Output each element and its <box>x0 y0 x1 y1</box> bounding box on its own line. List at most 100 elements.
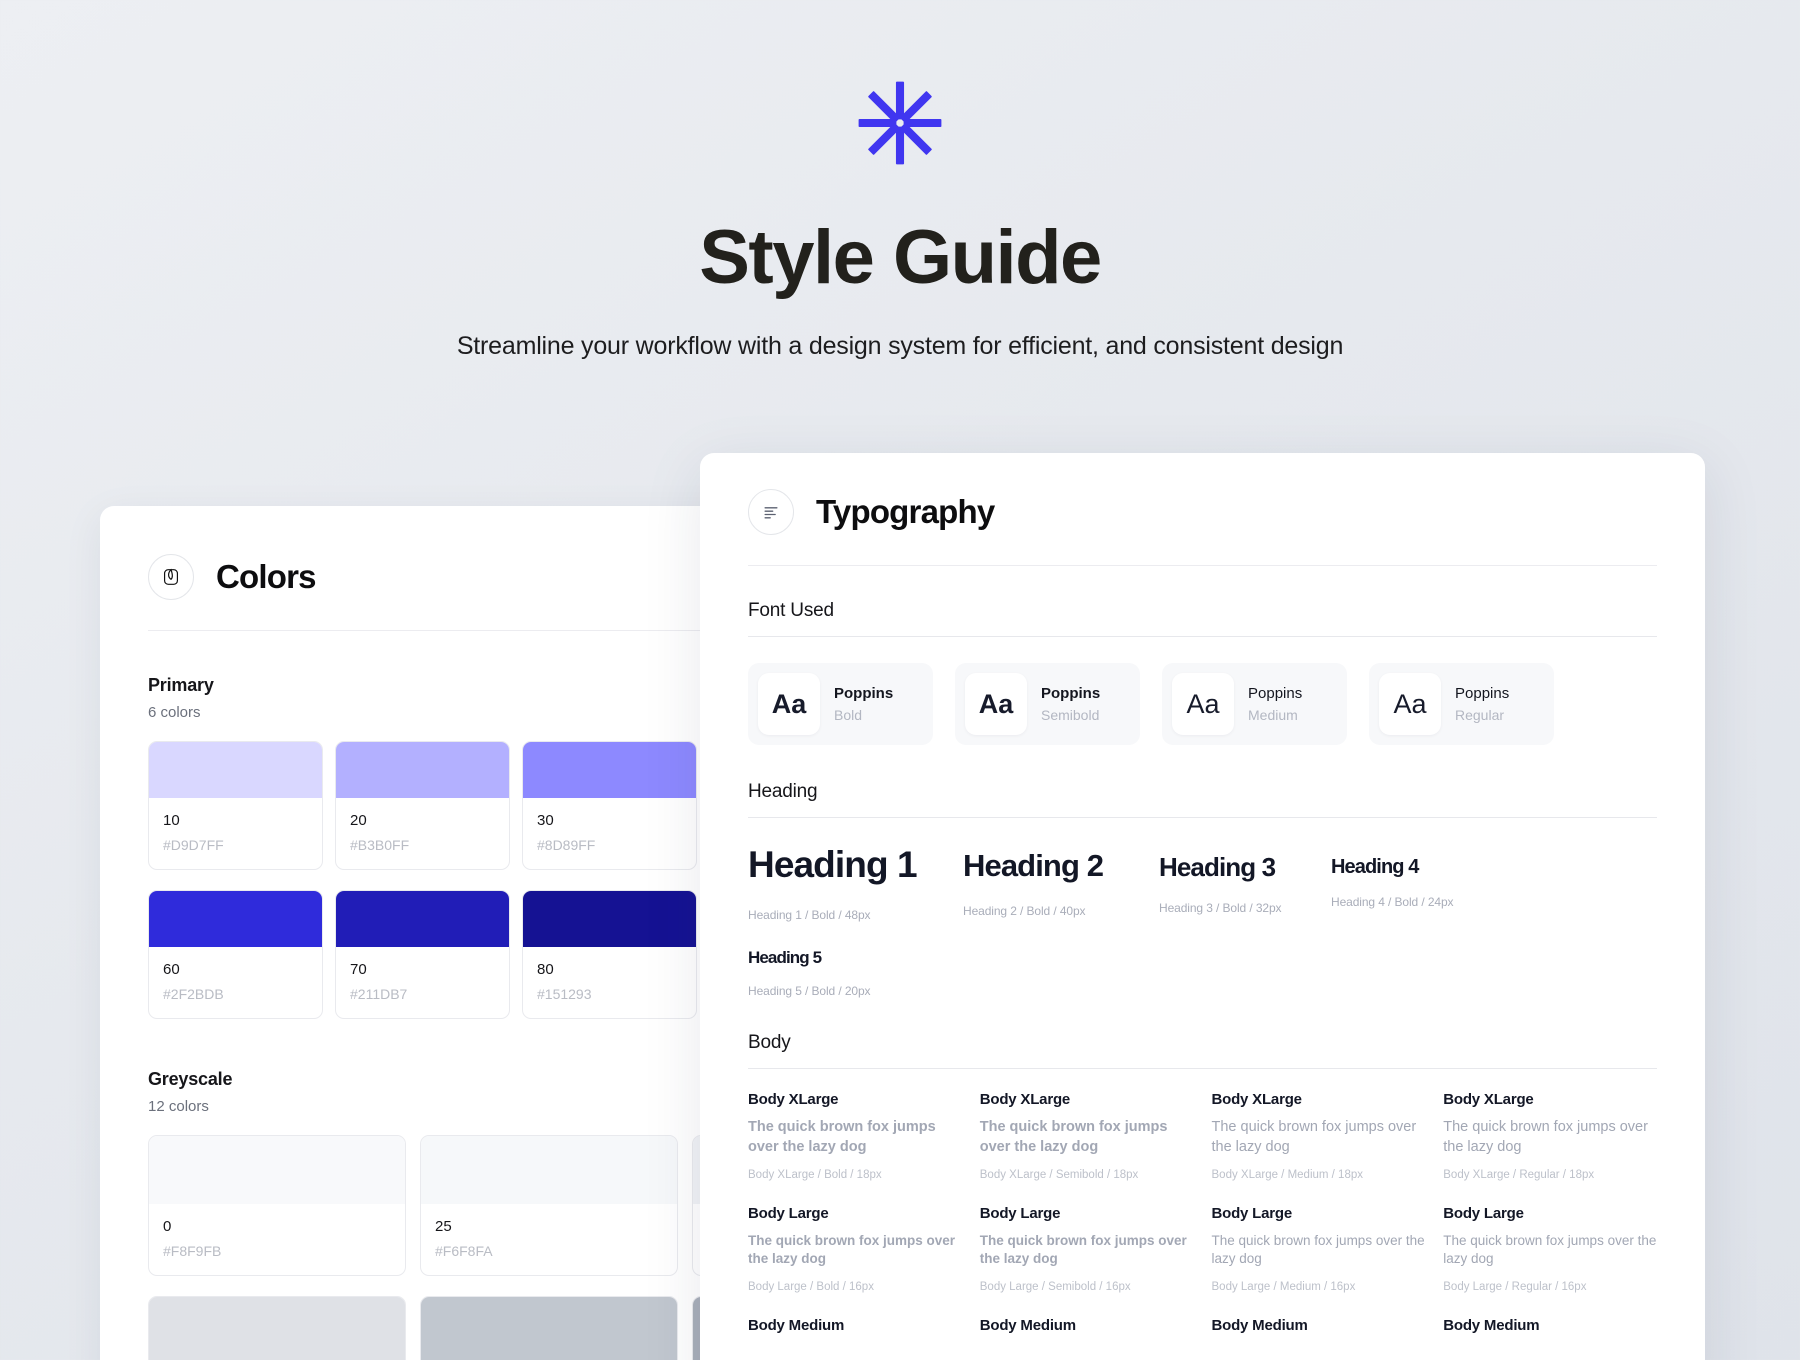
swatch-token: 10 <box>163 812 180 829</box>
color-swatch[interactable]: 60 #2F2BDB <box>148 890 323 1019</box>
body-spec: Body Large / Semibold / 16px <box>979 1280 1131 1293</box>
color-swatch[interactable]: 0 #F8F9FB <box>148 1135 406 1276</box>
section-label-heading: Heading <box>748 781 818 802</box>
heading-sample: Heading 3 <box>1159 852 1276 882</box>
hero-section: Style Guide Streamline your workflow wit… <box>0 0 1800 361</box>
font-card[interactable]: Aa Poppins Semibold <box>955 663 1140 745</box>
page-title: Style Guide <box>699 215 1102 300</box>
swatch-token: 30 <box>537 812 554 829</box>
body-style-name: Body XLarge <box>1443 1091 1534 1108</box>
color-swatch[interactable]: 100 #DFE1E6 <box>148 1296 406 1360</box>
swatch-hex: #151293 <box>537 986 592 1002</box>
heading-specimen: Heading 4 Heading 4 / Bold / 24px <box>1331 844 1657 922</box>
font-weight-label: Bold <box>834 707 863 723</box>
body-style-name: Body Medium <box>1443 1316 1540 1334</box>
swatch-hex: #F8F9FB <box>163 1243 222 1259</box>
section-label-font-used: Font Used <box>748 600 834 621</box>
body-style-name: Body Large <box>1211 1205 1293 1223</box>
swatch-color-chip <box>149 891 322 947</box>
body-sample-text: The quick brown fox jumps over the lazy … <box>979 1233 1187 1267</box>
color-swatch[interactable]: 70 #211DB7 <box>335 890 510 1019</box>
body-spec: Body Large / Medium / 16px <box>1211 1280 1356 1293</box>
body-spec: Body XLarge / Regular / 18px <box>1443 1169 1595 1182</box>
swatch-token: 70 <box>350 961 367 978</box>
body-style-name: Body XLarge <box>1211 1091 1303 1108</box>
colors-title: Colors <box>216 558 317 595</box>
color-swatch[interactable]: 25 #F6F8FA <box>420 1135 678 1276</box>
font-weight-label: Medium <box>1248 707 1298 723</box>
heading-section: Heading Heading 1 Heading 1 / Bold / 48p… <box>748 781 1657 998</box>
heading-specimen-row: Heading 1 Heading 1 / Bold / 48px Headin… <box>748 844 1657 922</box>
heading-spec: Heading 5 / Bold / 20px <box>748 984 871 998</box>
body-specimen: Body XLarge The quick brown fox jumps ov… <box>748 1091 962 1181</box>
body-specimen-row: Body XLarge The quick brown fox jumps ov… <box>748 1091 1657 1205</box>
heading-spec: Heading 1 / Bold / 48px <box>748 908 871 922</box>
body-specimen: Body Large The quick brown fox jumps ove… <box>1212 1205 1426 1292</box>
font-sample-glyph: Aa <box>965 673 1027 735</box>
heading-specimen: Heading 5 Heading 5 / Bold / 20px <box>748 948 1657 998</box>
font-sample-glyph: Aa <box>1172 673 1234 735</box>
body-sample-text: The quick brown fox jumps over the lazy … <box>1211 1233 1425 1267</box>
swatch-hex: #2F2BDB <box>163 986 224 1002</box>
body-specimen: Body Large The quick brown fox jumps ove… <box>980 1205 1194 1292</box>
font-weight-label: Regular <box>1455 707 1505 723</box>
heading-spec: Heading 3 / Bold / 32px <box>1159 901 1282 915</box>
swatch-hex: #D9D7FF <box>163 837 224 853</box>
body-specimen-row: Body Medium Body Medium Body Medium Body… <box>748 1317 1657 1334</box>
body-specimen: Body XLarge The quick brown fox jumps ov… <box>1212 1091 1426 1181</box>
swatch-color-chip <box>421 1297 677 1360</box>
font-card[interactable]: Aa Poppins Medium <box>1162 663 1347 745</box>
swatch-color-chip <box>421 1136 677 1204</box>
section-divider <box>748 1068 1657 1069</box>
color-swatch[interactable]: 10 #D9D7FF <box>148 741 323 870</box>
font-sample-glyph: Aa <box>1379 673 1441 735</box>
swatch-token: 25 <box>435 1218 452 1235</box>
body-specimen-row: Body Large The quick brown fox jumps ove… <box>748 1205 1657 1316</box>
body-section: Body Body XLarge The quick brown fox jum… <box>748 1032 1657 1334</box>
body-sample-text: The quick brown fox jumps over the lazy … <box>748 1119 936 1155</box>
section-divider <box>748 636 1657 637</box>
section-divider <box>748 817 1657 818</box>
body-style-name: Body Large <box>1443 1205 1524 1223</box>
body-sample-text: The quick brown fox jumps over the lazy … <box>1443 1119 1648 1155</box>
heading-specimen: Heading 3 Heading 3 / Bold / 32px <box>1159 844 1331 922</box>
body-specimen: Body Medium <box>748 1317 962 1334</box>
color-swatch[interactable]: 200 #C1C7CF <box>420 1296 678 1360</box>
swatch-color-chip <box>149 742 322 798</box>
font-family-name: Poppins <box>834 685 894 702</box>
page-subtitle: Streamline your workflow with a design s… <box>456 332 1344 360</box>
body-style-name: Body Large <box>979 1205 1061 1223</box>
body-specimen: Body Medium <box>1443 1317 1657 1334</box>
font-sample-glyph: Aa <box>758 673 820 735</box>
font-weight-label: Semibold <box>1041 707 1100 723</box>
font-card[interactable]: Aa Poppins Regular <box>1369 663 1554 745</box>
typography-card: Typography Font Used Aa Poppins Bold Aa … <box>700 453 1705 1360</box>
body-spec: Body XLarge / Bold / 18px <box>748 1169 882 1182</box>
swatch-hex: #8D89FF <box>537 837 596 853</box>
swatch-color-chip <box>149 1297 405 1360</box>
body-specimen: Body XLarge The quick brown fox jumps ov… <box>1443 1091 1657 1181</box>
text-align-left-icon <box>748 489 794 535</box>
body-style-name: Body XLarge <box>979 1091 1071 1108</box>
body-style-name: Body Medium <box>1211 1316 1308 1334</box>
typography-header-divider <box>748 565 1657 566</box>
swatch-hex: #211DB7 <box>350 986 408 1002</box>
font-family-name: Poppins <box>1248 685 1303 702</box>
color-swatch[interactable]: 20 #B3B0FF <box>335 741 510 870</box>
heading-specimen: Heading 1 Heading 1 / Bold / 48px <box>748 844 963 922</box>
swatch-token: 20 <box>350 812 367 829</box>
heading-sample: Heading 5 <box>748 948 822 967</box>
swatch-token: 60 <box>163 961 180 978</box>
body-spec: Body XLarge / Semibold / 18px <box>979 1169 1139 1182</box>
body-style-name: Body Medium <box>979 1316 1076 1334</box>
font-card[interactable]: Aa Poppins Bold <box>748 663 933 745</box>
typography-card-header: Typography <box>748 489 1657 535</box>
body-specimen: Body XLarge The quick brown fox jumps ov… <box>980 1091 1194 1181</box>
body-style-name: Body Large <box>748 1205 829 1223</box>
heading-sample: Heading 2 <box>963 848 1104 883</box>
color-swatch[interactable]: 30 #8D89FF <box>522 741 697 870</box>
heading-specimen: Heading 2 Heading 2 / Bold / 40px <box>963 844 1159 922</box>
body-sample-text: The quick brown fox jumps over the lazy … <box>748 1233 956 1267</box>
swatch-token: 80 <box>537 961 554 978</box>
color-swatch[interactable]: 80 #151293 <box>522 890 697 1019</box>
